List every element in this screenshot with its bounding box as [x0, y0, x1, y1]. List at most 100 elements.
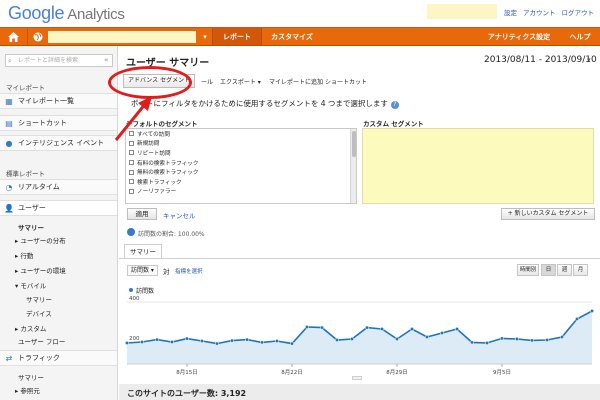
- tab-help[interactable]: ヘルプ: [560, 28, 600, 45]
- sidebar-sub-behavior[interactable]: ▸ 行動: [15, 250, 33, 260]
- segment-label: すべての訪問: [137, 131, 170, 138]
- sidebar-item-traffic[interactable]: ⇄ トラフィック: [0, 350, 117, 366]
- metric-select-value: 訪問数: [131, 267, 150, 274]
- chevron-down-icon[interactable]: ▾: [587, 56, 591, 64]
- export-label: エクスポート: [220, 79, 256, 86]
- list-item[interactable]: リピート訪問: [126, 148, 356, 158]
- data-point: [230, 338, 234, 343]
- sidebar-sub-user-flow[interactable]: ユーザー フロー: [18, 336, 65, 346]
- report-search-input[interactable]: レポートと詳細を検索: [5, 54, 113, 67]
- collapse-sidebar-icon[interactable]: «: [104, 56, 108, 64]
- metric-select[interactable]: 訪問数 ▾: [127, 265, 158, 276]
- list-item[interactable]: 有料の検索トラフィック: [126, 158, 356, 168]
- sidebar-item-users[interactable]: 👤 ユーザー: [0, 200, 117, 216]
- sidebar-sub-devices[interactable]: デバイス: [26, 308, 52, 318]
- shortcut-icon: ▤: [5, 118, 13, 128]
- list-item[interactable]: 検索トラフィック: [126, 177, 356, 187]
- sidebar-item-label: インテリジェンス イベント: [18, 139, 105, 147]
- segment-label: 無料の検索トラフィック: [137, 170, 199, 177]
- logout-link[interactable]: ログアウト: [562, 9, 595, 17]
- sampling-icon: [127, 228, 135, 236]
- sidebar-sub-mobile[interactable]: ▾ モバイル: [15, 280, 46, 290]
- globe-button[interactable]: [28, 28, 48, 45]
- data-point: [125, 341, 129, 345]
- tab-divider: [119, 258, 600, 259]
- google-analytics-logo[interactable]: Google Analytics: [8, 3, 125, 24]
- app-header: Google Analytics 設定 アカウント ログアウト: [0, 0, 600, 27]
- checkbox[interactable]: [129, 179, 134, 185]
- list-item[interactable]: すべての訪問: [126, 129, 356, 139]
- date-range-picker[interactable]: 2013/08/11 - 2013/09/10: [484, 55, 597, 65]
- data-point: [560, 335, 564, 339]
- list-item[interactable]: 新規訪問: [126, 139, 356, 149]
- checkbox[interactable]: [129, 150, 134, 156]
- data-point: [425, 335, 429, 339]
- segment-label: 新規訪問: [137, 141, 160, 148]
- select-metric-link[interactable]: 指標を選択: [175, 267, 203, 275]
- chart-resize-handle[interactable]: [352, 376, 362, 380]
- chevron-down-icon[interactable]: ▾: [198, 28, 212, 45]
- data-point: [350, 337, 354, 341]
- checkbox[interactable]: [129, 131, 134, 137]
- sidebar-sub-environment[interactable]: ▸ ユーザーの環境: [15, 265, 66, 275]
- account-selector[interactable]: [48, 31, 196, 43]
- sidebar-item-my-reports[interactable]: ▦ マイレポート一覧: [0, 93, 117, 109]
- home-button[interactable]: [0, 28, 28, 45]
- account-email-redacted: [427, 4, 497, 19]
- sidebar-item-intelligence[interactable]: ● インテリジェンス イベント: [0, 135, 117, 151]
- logo-google-text: Google: [8, 3, 65, 23]
- scrollbar[interactable]: [350, 129, 356, 203]
- sidebar-sub-label: ユーザーの環境: [20, 267, 66, 275]
- list-item[interactable]: 無料の検索トラフィック: [126, 167, 356, 177]
- tab-report[interactable]: レポート: [212, 28, 262, 45]
- email-button[interactable]: ール: [201, 77, 213, 86]
- sidebar-item-shortcuts[interactable]: ▤ ショートカット: [0, 115, 117, 131]
- export-button[interactable]: エクスポート ▾: [220, 77, 261, 86]
- account-link[interactable]: アカウント: [523, 9, 556, 17]
- sidebar-sub-mobile-summary[interactable]: サマリー: [26, 294, 52, 304]
- checkbox[interactable]: [129, 169, 134, 175]
- cancel-link[interactable]: キャンセル: [163, 210, 196, 220]
- graph-week-button[interactable]: 週: [557, 264, 572, 276]
- data-point: [485, 341, 489, 345]
- graph-month-button[interactable]: 月: [573, 264, 588, 276]
- help-icon[interactable]: ?: [390, 101, 399, 109]
- checkbox[interactable]: [129, 140, 134, 146]
- globe-icon: [33, 32, 43, 41]
- scrollbar-thumb[interactable]: [352, 131, 356, 157]
- list-item[interactable]: ノーリファラー: [126, 187, 356, 197]
- sidebar-sub-distribution[interactable]: ▸ ユーザーの分布: [15, 235, 66, 245]
- apply-button[interactable]: 適用: [127, 208, 157, 220]
- checkbox[interactable]: [129, 188, 134, 194]
- sidebar-sub-referrals[interactable]: ▸ 参照元: [15, 385, 40, 395]
- data-point: [140, 340, 144, 344]
- data-point: [500, 336, 504, 341]
- sidebar-sub-summary[interactable]: サマリー: [18, 222, 44, 232]
- graph-hourly-button[interactable]: 時間別: [517, 264, 539, 276]
- data-point: [200, 339, 204, 343]
- data-point: [335, 338, 339, 342]
- data-point: [185, 336, 189, 341]
- settings-link[interactable]: 設定: [504, 9, 517, 17]
- new-custom-segment-button[interactable]: + 新しいカスタム セグメント: [501, 208, 595, 220]
- my-reports-section-label: マイレポート: [6, 84, 45, 92]
- visits-chart[interactable]: 200 400 8月15日 8月22日 8月29日 9月5日: [119, 294, 600, 378]
- sidebar-sub-custom[interactable]: ▸ カスタム: [15, 323, 46, 333]
- add-to-my-reports-button[interactable]: マイレポートに追加: [269, 77, 323, 86]
- tab-customize[interactable]: カスタマイズ: [262, 28, 322, 45]
- graph-day-button[interactable]: 日: [541, 264, 556, 276]
- custom-segments-area[interactable]: [362, 128, 594, 204]
- sidebar-item-label: ショートカット: [18, 119, 67, 127]
- tab-admin[interactable]: アナリティクス設定: [478, 28, 560, 45]
- sidebar-sub-traffic-summary[interactable]: サマリー: [18, 372, 44, 382]
- tab-summary[interactable]: サマリー: [124, 244, 162, 258]
- data-point: [365, 325, 369, 330]
- x-tick-label: 8月22日: [281, 369, 303, 376]
- shortcut-button[interactable]: ショートカット: [325, 77, 367, 86]
- segment-prompt: ポートにフィルタをかけるために使用するセグメントを 4 つまで選択します?: [131, 98, 399, 109]
- realtime-icon: ◔: [5, 182, 13, 192]
- sidebar-item-realtime[interactable]: ◔ リアルタイム: [0, 179, 117, 195]
- checkbox[interactable]: [129, 160, 134, 166]
- data-point: [245, 337, 249, 342]
- top-links: 設定 アカウント ログアウト: [504, 7, 600, 17]
